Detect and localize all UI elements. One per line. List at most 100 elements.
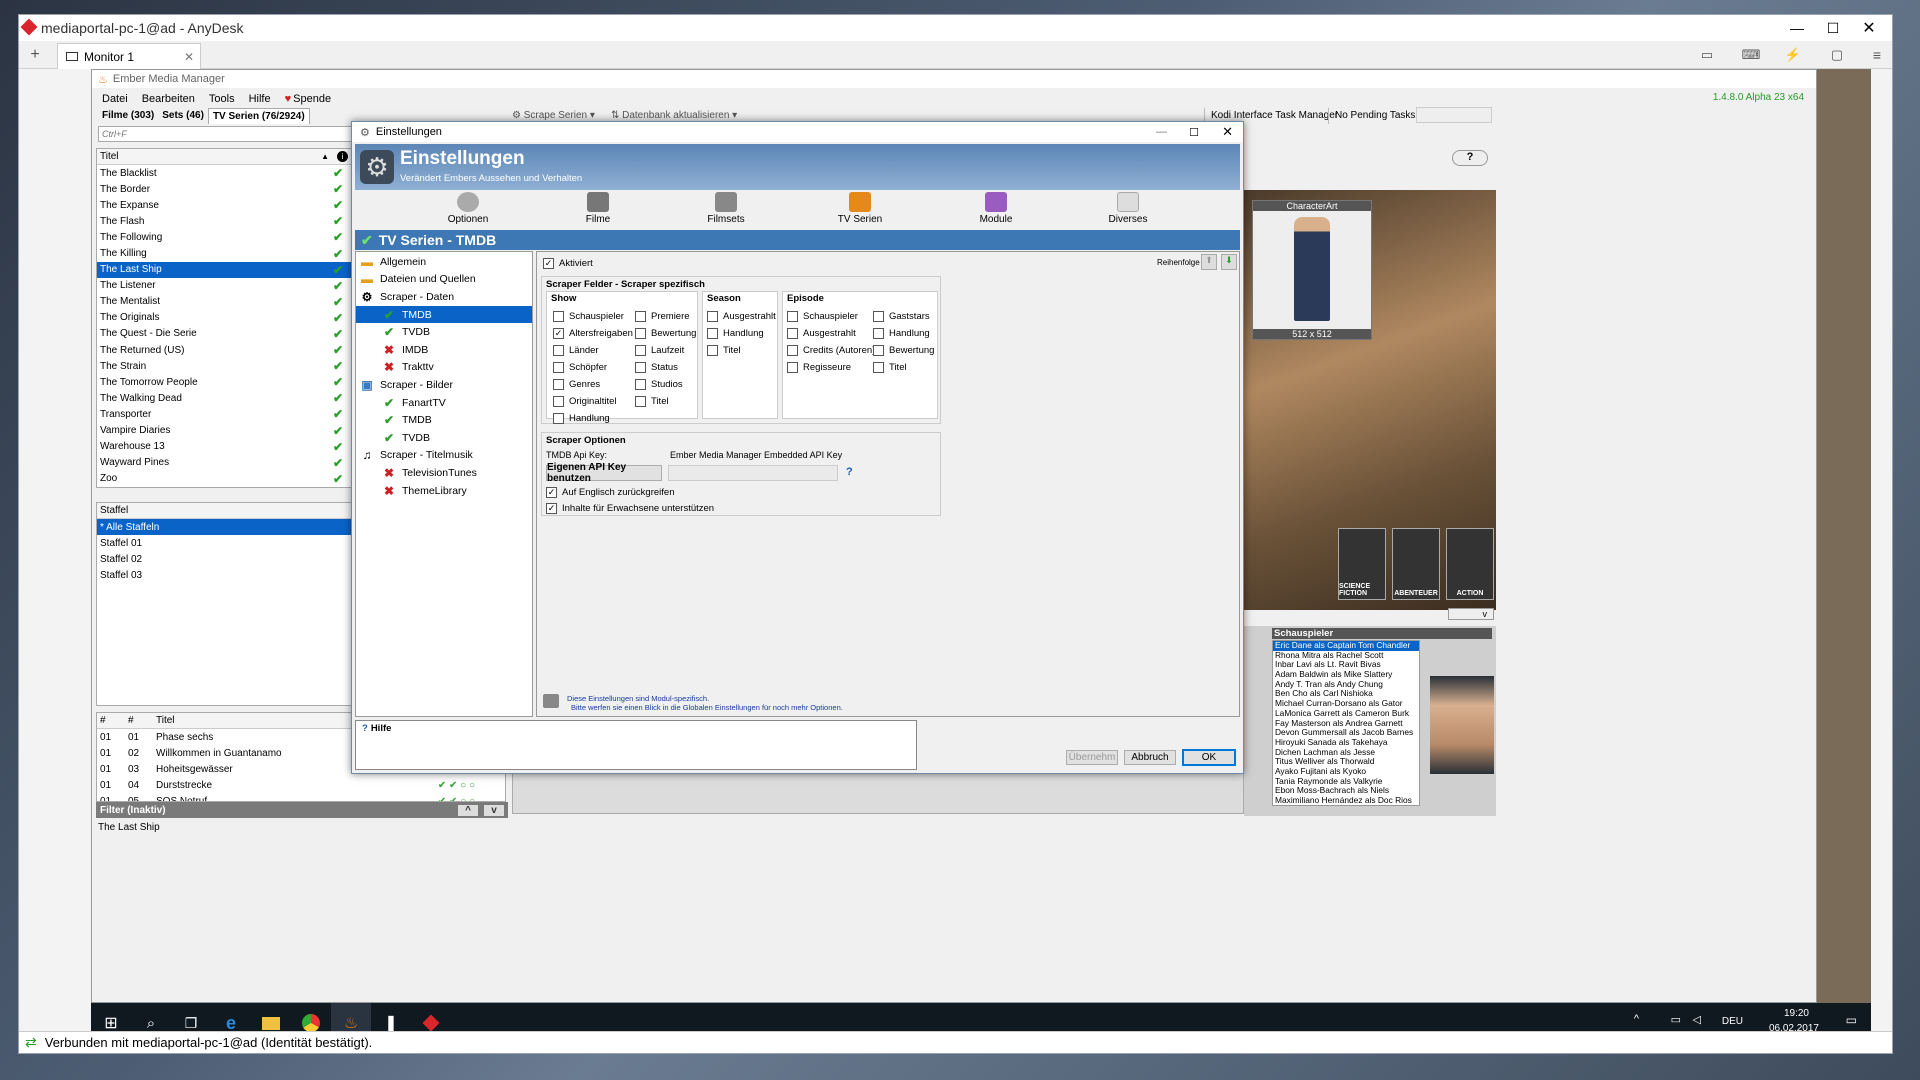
keyboard-icon[interactable]: ⌨	[1742, 46, 1761, 64]
chat-icon[interactable]: ▭	[1698, 46, 1716, 64]
clock-time[interactable]: 19:20	[1784, 1008, 1809, 1019]
list-item[interactable]: Staffel 02	[97, 551, 351, 567]
list-header[interactable]: Titel ▲ i	[97, 149, 351, 165]
dialog-minimize-icon[interactable]: —	[1156, 126, 1167, 138]
network-icon[interactable]: ▭	[1671, 1013, 1681, 1026]
toolbar-filme[interactable]: Filme	[558, 192, 638, 225]
checkbox-handlung[interactable]: Handlung	[873, 325, 934, 342]
checkbox-regisseure[interactable]: Regisseure	[787, 359, 875, 376]
list-item[interactable]: Vampire Diaries ✔	[97, 423, 351, 439]
checkbox-status[interactable]: Status	[635, 359, 696, 376]
table-row[interactable]: 01 04 Durststrecke ✔ ✔ ○ ○	[97, 777, 505, 793]
info-icon[interactable]: i	[337, 151, 348, 162]
list-item[interactable]: The Following ✔	[97, 229, 351, 245]
api-key-input[interactable]	[668, 465, 838, 481]
list-item[interactable]: The Killing ✔	[97, 245, 351, 261]
list-item[interactable]: Wayward Pines ✔	[97, 455, 351, 471]
list-item[interactable]: Staffel 03	[97, 567, 351, 583]
checkbox-handlung[interactable]: Handlung	[553, 410, 633, 427]
toolbar-optionen[interactable]: Optionen	[428, 192, 508, 225]
tab-tv-serien[interactable]: TV Serien (76/2924)	[207, 108, 310, 124]
list-item[interactable]: Maximiliano Hernández als Doc Rios	[1273, 795, 1419, 805]
toolbar-tv-serien[interactable]: TV Serien	[820, 192, 900, 225]
checkbox-altersfreigaben[interactable]: ✓ Altersfreigaben	[553, 325, 633, 342]
list-item[interactable]: Staffel 01	[97, 535, 351, 551]
list-item[interactable]: * Alle Staffeln	[97, 519, 351, 535]
filter-bar[interactable]: Filter (Inaktiv) ^ v	[96, 802, 508, 818]
checkbox-laufzeit[interactable]: Laufzeit	[635, 342, 696, 359]
checkbox-schauspieler[interactable]: Schauspieler	[787, 308, 875, 325]
api-help-icon[interactable]: ?	[846, 466, 853, 478]
tree-item[interactable]: ✖ TelevisionTunes	[356, 464, 532, 482]
checkbox-genres[interactable]: Genres	[553, 376, 633, 393]
search-input[interactable]	[99, 127, 351, 141]
list-item[interactable]: The Quest - Die Serie ✔	[97, 326, 351, 342]
checkbox-schauspieler[interactable]: Schauspieler	[553, 308, 633, 325]
list-item[interactable]: Transporter ✔	[97, 406, 351, 422]
order-up-button[interactable]: ⬆	[1201, 254, 1217, 270]
maximize-icon[interactable]: ☐	[1818, 15, 1848, 41]
tree-item[interactable]: ✔ TVDB	[356, 429, 532, 447]
tree-item[interactable]: ✔ FanartTV	[356, 394, 532, 412]
aktiviert-checkbox[interactable]: ✓ Aktiviert	[543, 258, 593, 269]
list-item[interactable]: The Flash ✔	[97, 213, 351, 229]
checkbox-handlung[interactable]: Handlung	[707, 325, 776, 342]
checkbox-ausgestrahlt[interactable]: Ausgestrahlt	[707, 308, 776, 325]
cancel-button[interactable]: Abbruch	[1124, 750, 1176, 765]
ok-button[interactable]: OK	[1182, 749, 1236, 766]
action-icon[interactable]: ⚡	[1784, 46, 1802, 64]
list-item[interactable]: The Listener ✔	[97, 278, 351, 294]
apply-button[interactable]: Übernehm	[1066, 750, 1118, 765]
tab-monitor-1[interactable]: Monitor 1 ✕	[57, 43, 201, 69]
help-icon[interactable]: ?	[1452, 150, 1488, 166]
tray-chevron-icon[interactable]: ^	[1634, 1013, 1639, 1025]
display-icon[interactable]: ▢	[1828, 46, 1846, 64]
list-item[interactable]: The Expanse ✔	[97, 197, 351, 213]
close-icon[interactable]: ✕	[1854, 15, 1884, 41]
minimize-icon[interactable]: —	[1782, 15, 1812, 41]
remote-screen[interactable]: ♨ Ember Media Manager Datei Bearbeiten T…	[91, 69, 1871, 1045]
menu-icon[interactable]: ≡	[1868, 46, 1886, 64]
table-row[interactable]: 01 05 SOS Notruf ✔ ✔ ○ ○	[97, 793, 505, 802]
checkbox-länder[interactable]: Länder	[553, 342, 633, 359]
menu-hilfe[interactable]: Hilfe	[249, 93, 271, 105]
tree-item[interactable]: ✔ TMDB	[356, 411, 532, 429]
checkbox-ausgestrahlt[interactable]: Ausgestrahlt	[787, 325, 875, 342]
tree-item[interactable]: ♫ Scraper - Titelmusik	[356, 447, 532, 465]
volume-icon[interactable]: ◁	[1693, 1013, 1701, 1026]
toolbar-module[interactable]: Module	[956, 192, 1036, 225]
tab-sets[interactable]: Sets (46)	[158, 108, 208, 124]
language-indicator[interactable]: DEU	[1722, 1016, 1743, 1027]
actors-toggle[interactable]: v	[1448, 608, 1494, 620]
checkbox-originaltitel[interactable]: Originaltitel	[553, 393, 633, 410]
list-item[interactable]: The Walking Dead ✔	[97, 390, 351, 406]
tree-item[interactable]: ✔ TVDB	[356, 323, 532, 341]
filter-down-icon[interactable]: v	[484, 804, 504, 816]
scrape-series-button[interactable]: ⚙ Scrape Serien ▾	[512, 110, 595, 121]
tree-item[interactable]: ✔ TMDB	[356, 305, 532, 324]
adult-content-checkbox[interactable]: ✓ Inhalte für Erwachsene unterstützen	[546, 503, 714, 514]
tree-item[interactable]: ▬ Dateien und Quellen	[356, 271, 532, 289]
checkbox-studios[interactable]: Studios	[635, 376, 696, 393]
checkbox-bewertung[interactable]: Bewertung	[873, 342, 934, 359]
list-item[interactable]: The Tomorrow People ✔	[97, 374, 351, 390]
menu-datei[interactable]: Datei	[102, 93, 128, 105]
tree-item[interactable]: ▬ Allgemein	[356, 253, 532, 271]
checkbox-gaststars[interactable]: Gaststars	[873, 308, 934, 325]
tab-close-icon[interactable]: ✕	[184, 50, 194, 64]
tree-item[interactable]: ✖ IMDB	[356, 341, 532, 359]
list-item[interactable]: The Mentalist ✔	[97, 294, 351, 310]
menu-tools[interactable]: Tools	[209, 93, 235, 105]
checkbox-schöpfer[interactable]: Schöpfer	[553, 359, 633, 376]
dialog-close-icon[interactable]: ✕	[1222, 124, 1233, 140]
checkbox-premiere[interactable]: Premiere	[635, 308, 696, 325]
list-item[interactable]: Warehouse 13 ✔	[97, 439, 351, 455]
list-item[interactable]: The Blacklist ✔	[97, 165, 351, 181]
menu-bearbeiten[interactable]: Bearbeiten	[142, 93, 195, 105]
tab-filme[interactable]: Filme (303)	[98, 108, 158, 124]
toolbar-diverses[interactable]: Diverses	[1088, 192, 1168, 225]
add-tab-icon[interactable]: +	[25, 45, 45, 65]
list-item[interactable]: The Last Ship ✔	[97, 261, 351, 278]
checkbox-titel[interactable]: Titel	[707, 342, 776, 359]
checkbox-credits-autoren-[interactable]: Credits (Autoren)	[787, 342, 875, 359]
